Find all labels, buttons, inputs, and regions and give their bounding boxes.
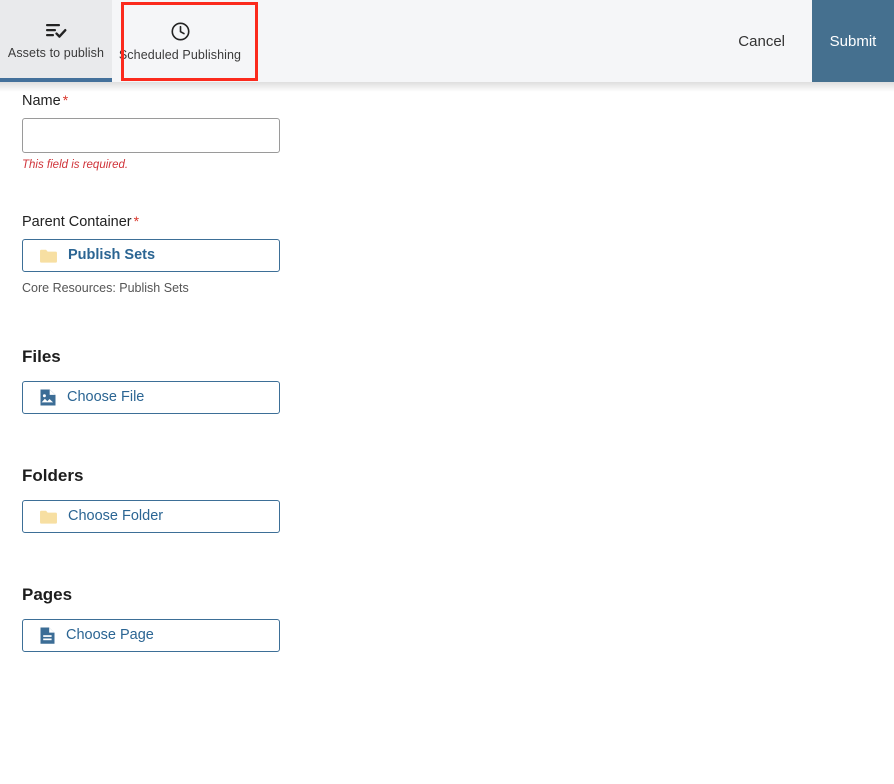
name-error-message: This field is required. [22,159,129,171]
parent-container-required-marker: * [133,213,140,229]
pages-section-title: Pages [22,585,73,604]
name-input[interactable] [22,118,280,153]
name-required-marker: * [62,92,69,108]
folders-section: Choose Folder [0,500,894,533]
list-check-icon [45,22,67,40]
parent-container-field-group: Parent Container * Publish Sets Core Reso… [0,213,894,295]
page-icon [39,626,56,645]
spacer-after-name [0,171,894,213]
parent-container-helper-text: Core Resources: Publish Sets [22,281,189,295]
choose-file-button[interactable]: Choose File [22,381,280,414]
tab-scheduled-publishing[interactable]: Scheduled Publishing [112,0,248,82]
parent-container-value: Publish Sets [68,247,156,264]
choose-page-button[interactable]: Choose Page [22,619,280,652]
folder-icon [39,248,58,264]
spacer-after-parent-container [0,295,894,347]
toolbar-shadow [0,82,894,92]
submit-button[interactable]: Submit [812,0,894,82]
publish-set-form: Name * This field is required. Parent Con… [0,92,894,672]
pages-section: Choose Page [0,619,894,652]
folder-icon [39,509,58,525]
tab-scheduled-publishing-label: Scheduled Publishing [118,47,242,62]
choose-page-label: Choose Page [66,627,154,644]
image-file-icon [39,388,57,407]
tab-assets-to-publish-label: Assets to publish [7,46,105,60]
choose-file-label: Choose File [67,389,145,406]
spacer-after-files [0,414,894,466]
clock-icon [170,21,191,42]
bottom-spacer [0,652,894,672]
files-section: Choose File [0,381,894,414]
files-section-title: Files [22,347,61,366]
spacer-after-folders [0,533,894,585]
choose-folder-button[interactable]: Choose Folder [22,500,280,533]
parent-container-picker[interactable]: Publish Sets [22,239,280,272]
tab-bar: Assets to publish Scheduled Publishing [0,0,248,82]
cancel-button[interactable]: Cancel [711,0,812,82]
name-field-group: Name * This field is required. [0,92,894,171]
tab-assets-to-publish[interactable]: Assets to publish [0,0,112,82]
name-label: Name * [22,92,894,109]
folders-section-title: Folders [22,466,84,485]
choose-folder-label: Choose Folder [68,508,164,525]
parent-container-label: Parent Container * [22,213,894,230]
parent-container-label-text: Parent Container [22,214,132,230]
top-toolbar: Assets to publish Scheduled Publishing C… [0,0,894,82]
name-label-text: Name [22,93,61,109]
